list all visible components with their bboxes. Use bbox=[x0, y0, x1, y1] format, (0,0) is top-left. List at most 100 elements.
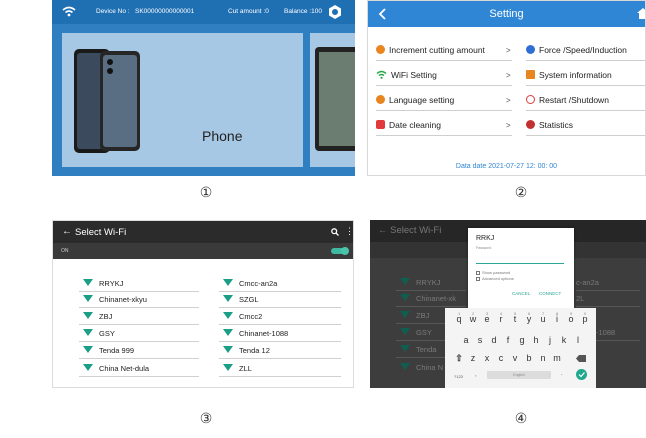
shift-key-icon[interactable]: ⇧ bbox=[453, 353, 465, 364]
key-q[interactable]: q bbox=[453, 314, 465, 324]
wifi-select-panel: ← Select Wi-Fi ⋮ ON RRYKJ Chinanet-xkyu … bbox=[52, 220, 354, 388]
increment-cutting-item[interactable]: Increment cutting amount bbox=[376, 43, 485, 57]
wifi-icon bbox=[376, 70, 387, 79]
wifi-network[interactable]: Chinanet-xkyu bbox=[83, 293, 147, 306]
key-v[interactable]: v bbox=[509, 353, 521, 363]
space-bar[interactable]: English bbox=[487, 371, 551, 379]
tablet-image bbox=[315, 47, 355, 151]
home-icon[interactable] bbox=[637, 8, 646, 19]
key-h[interactable]: h bbox=[530, 335, 542, 345]
wifi-network[interactable]: SZGL bbox=[223, 293, 259, 306]
key-j[interactable]: j bbox=[544, 335, 556, 345]
wifi-signal-icon bbox=[223, 279, 233, 286]
key-a[interactable]: a bbox=[460, 335, 472, 345]
wifi-network[interactable]: GSY bbox=[83, 327, 115, 340]
wifi-setting-item[interactable]: WiFi Setting bbox=[376, 68, 437, 82]
key-m[interactable]: m bbox=[551, 353, 563, 363]
wifi-signal-icon bbox=[223, 312, 233, 319]
key-d[interactable]: d bbox=[488, 335, 500, 345]
wifi-signal-icon bbox=[83, 329, 93, 336]
setting-title: Setting bbox=[489, 8, 524, 20]
key-z[interactable]: z bbox=[467, 353, 479, 363]
lock-icon bbox=[376, 120, 385, 129]
key-b[interactable]: b bbox=[523, 353, 535, 363]
system-information-item[interactable]: System information bbox=[526, 68, 612, 82]
password-input[interactable] bbox=[476, 263, 564, 264]
advanced-options-checkbox[interactable]: Advanced options bbox=[476, 276, 514, 281]
wifi-network[interactable]: Tenda 999 bbox=[83, 344, 134, 357]
key-w[interactable]: w bbox=[467, 314, 479, 324]
wifi-title: Select Wi-Fi bbox=[75, 227, 127, 238]
wifi-on-bar: ON bbox=[53, 243, 353, 259]
language-setting-item[interactable]: Language setting bbox=[376, 93, 454, 107]
key-o[interactable]: o bbox=[565, 314, 577, 324]
wifi-network: ZBJ bbox=[400, 309, 429, 322]
wifi-signal-icon bbox=[83, 295, 93, 302]
key-p[interactable]: p bbox=[579, 314, 591, 324]
wifi-signal-icon bbox=[223, 295, 233, 302]
comma-key[interactable]: , bbox=[475, 372, 477, 378]
back-arrow-icon[interactable]: ← bbox=[62, 226, 72, 237]
wifi-password-dialog: RRKJ Password Show password Advanced opt… bbox=[468, 228, 574, 308]
key-f[interactable]: f bbox=[502, 335, 514, 345]
backspace-icon[interactable] bbox=[576, 355, 586, 362]
key-u[interactable]: u bbox=[537, 314, 549, 324]
wifi-signal-icon bbox=[83, 346, 93, 353]
setting-header: Setting bbox=[368, 1, 645, 27]
wifi-on-label: ON bbox=[61, 248, 69, 254]
wifi-network[interactable]: ZLL bbox=[223, 362, 252, 375]
phone-category-card[interactable]: Phone bbox=[62, 33, 303, 167]
connect-button[interactable]: CONNECT bbox=[539, 291, 561, 296]
wifi-network: Tenda bbox=[400, 343, 436, 356]
cut-amount: Cut amount :0 bbox=[228, 8, 269, 15]
wifi-network[interactable]: ZBJ bbox=[83, 310, 112, 323]
on-screen-keyboard: 1 2 3 4 5 6 7 8 9 0 q w e r t y u i o p … bbox=[445, 308, 596, 388]
key-e[interactable]: e bbox=[481, 314, 493, 324]
enter-check-icon[interactable] bbox=[576, 369, 587, 380]
key-l[interactable]: l bbox=[572, 335, 584, 345]
data-date: Data date 2021-07-27 12: 00: 00 bbox=[455, 163, 558, 170]
caption-1: ① bbox=[199, 184, 213, 200]
key-c[interactable]: c bbox=[495, 353, 507, 363]
wifi-network[interactable]: Cmcc2 bbox=[223, 310, 262, 323]
key-y[interactable]: y bbox=[523, 314, 535, 324]
key-r[interactable]: r bbox=[495, 314, 507, 324]
key-x[interactable]: x bbox=[481, 353, 493, 363]
wifi-network[interactable]: Chinanet-1088 bbox=[223, 327, 288, 340]
period-key[interactable]: . bbox=[561, 371, 563, 377]
pie-chart-icon bbox=[526, 120, 535, 129]
show-password-checkbox[interactable]: Show password bbox=[476, 270, 510, 275]
more-menu-icon[interactable]: ⋮ bbox=[345, 226, 353, 237]
wifi-signal-icon bbox=[83, 279, 93, 286]
wifi-signal-icon bbox=[83, 364, 93, 371]
symbols-key[interactable]: ?123 bbox=[454, 374, 463, 379]
key-n[interactable]: n bbox=[537, 353, 549, 363]
cancel-button[interactable]: CANCEL bbox=[512, 291, 530, 296]
wifi-network[interactable]: Tenda 12 bbox=[223, 344, 270, 357]
wifi-signal-icon bbox=[223, 346, 233, 353]
key-g[interactable]: g bbox=[516, 335, 528, 345]
settings-icon[interactable] bbox=[327, 4, 343, 20]
wifi-network[interactable]: China Net-dula bbox=[83, 362, 149, 375]
wifi-toggle[interactable] bbox=[331, 247, 349, 255]
dialog-network-name: RRKJ bbox=[476, 235, 495, 242]
wifi-network: 2L bbox=[576, 294, 585, 303]
key-t[interactable]: t bbox=[509, 314, 521, 324]
statistics-item[interactable]: Statistics bbox=[526, 118, 573, 132]
wifi-network[interactable]: Cmcc-an2a bbox=[223, 277, 277, 290]
search-icon[interactable] bbox=[331, 228, 339, 236]
device-label: Device No : bbox=[96, 8, 130, 15]
wifi-network: -1088 bbox=[596, 328, 616, 337]
key-i[interactable]: i bbox=[551, 314, 563, 324]
gauge-icon bbox=[526, 45, 535, 54]
restart-shutdown-item[interactable]: Restart /Shutdown bbox=[526, 93, 609, 107]
wifi-network: c-an2a bbox=[576, 278, 599, 287]
caption-2: ② bbox=[514, 184, 528, 200]
main-screen-panel: Device No : SK00000000000001 Cut amount … bbox=[52, 0, 355, 176]
key-s[interactable]: s bbox=[474, 335, 486, 345]
tablet-category-card[interactable] bbox=[310, 33, 355, 167]
date-cleaning-item[interactable]: Date cleaning bbox=[376, 118, 441, 132]
wifi-network[interactable]: RRYKJ bbox=[83, 277, 123, 290]
force-speed-item[interactable]: Force /Speed/Induction bbox=[526, 43, 627, 57]
key-k[interactable]: k bbox=[558, 335, 570, 345]
